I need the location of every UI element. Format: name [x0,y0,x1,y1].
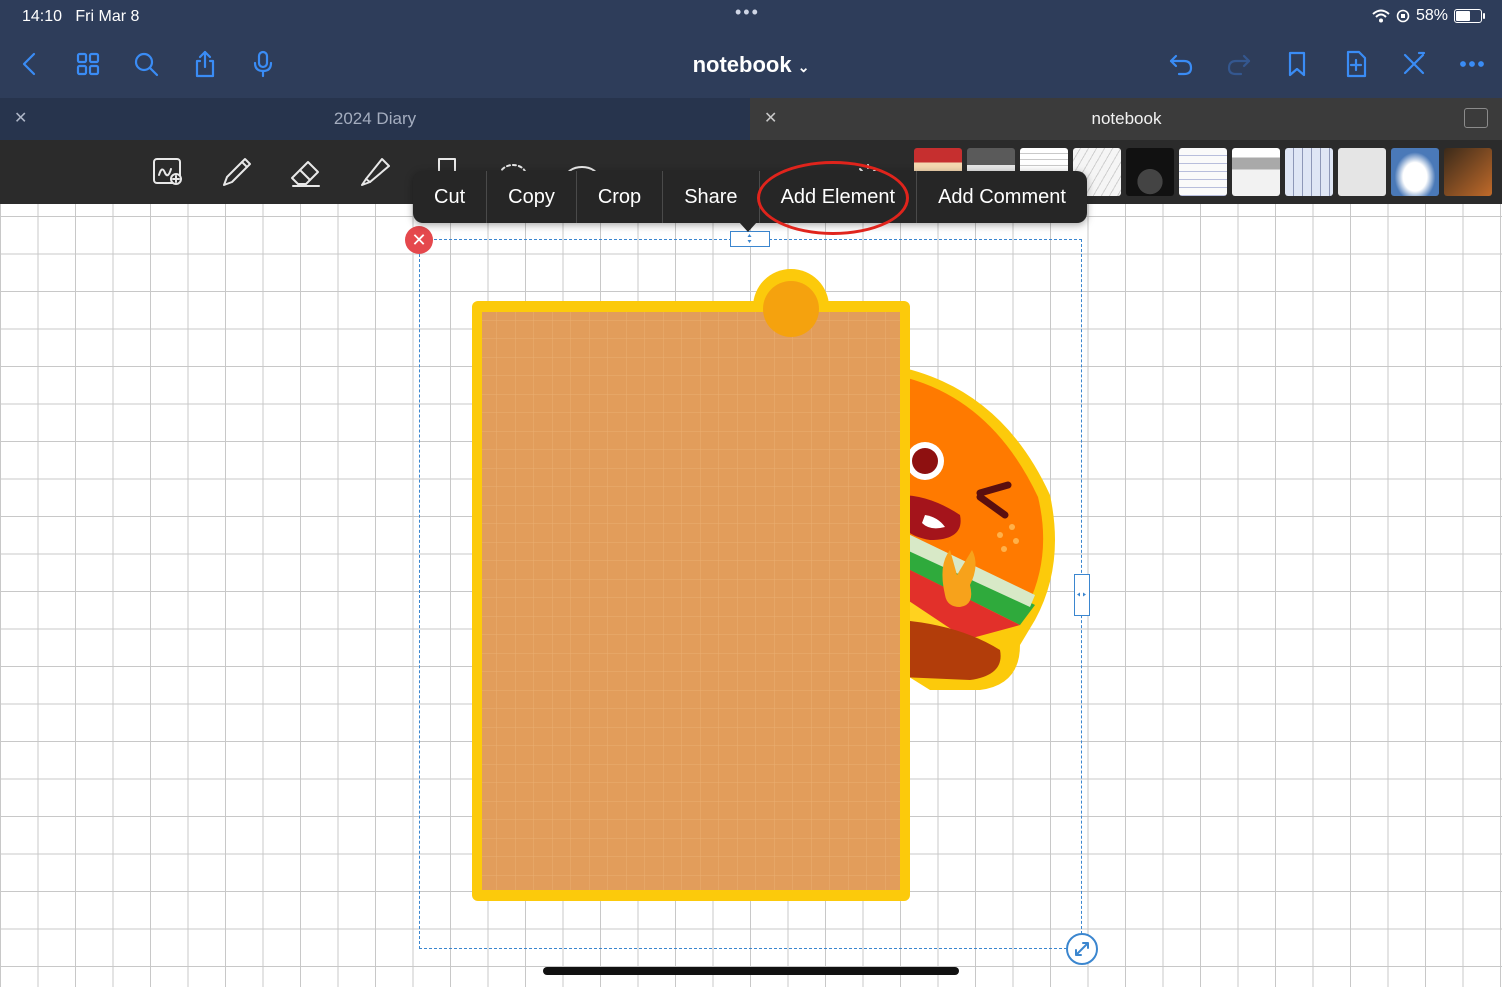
document-title[interactable]: notebook ⌄ [0,52,1502,78]
undo-icon[interactable] [1163,46,1199,82]
scale-resize-handle-icon[interactable] [1066,933,1098,965]
close-toolbar-icon[interactable] [1396,46,1432,82]
tab-label: notebook [1091,109,1162,128]
top-navigation-bar: 14:10 Fri Mar 8 ••• 58% notebook ⌄ [0,0,1502,98]
top-resize-handle[interactable] [730,231,770,247]
page-thumbnail[interactable] [1232,148,1280,196]
document-title-text: notebook [692,52,792,77]
page-thumbnail[interactable] [1444,148,1492,196]
highlighter-icon[interactable] [355,150,395,194]
page-thumbnail[interactable] [1338,148,1386,196]
menu-pointer [739,222,757,232]
menu-item-share[interactable]: Share [663,171,760,223]
more-icon[interactable] [1454,46,1490,82]
menu-item-crop[interactable]: Crop [577,171,664,223]
split-view-icon[interactable] [1464,108,1488,128]
orientation-lock-icon [1396,9,1410,23]
right-resize-handle[interactable] [1074,574,1090,616]
bookmark-icon[interactable] [1279,46,1315,82]
scan-icon[interactable] [148,150,188,194]
battery-percent: 58% [1415,7,1448,24]
delete-selection-icon[interactable]: ✕ [405,226,433,254]
tab-label: 2024 Diary [333,109,417,128]
battery-icon [1454,9,1485,23]
home-indicator[interactable] [543,967,959,975]
document-tabs: ✕ 2024 Diary ✕ notebook [0,98,1502,140]
page-thumbnail[interactable] [1126,148,1174,196]
status-date: Fri Mar 8 [75,8,140,25]
status-time-date: 14:10 Fri Mar 8 [22,8,139,26]
page-thumbnail[interactable] [1285,148,1333,196]
context-menu: Cut Copy Crop Share Add Element Add Comm… [413,171,1087,223]
multitasking-dots[interactable]: ••• [735,2,760,23]
add-page-icon[interactable] [1338,46,1374,82]
status-time: 14:10 [22,8,63,25]
tab-notebook[interactable]: ✕ notebook [751,98,1502,140]
redo-icon[interactable] [1221,46,1257,82]
tab-2024-diary[interactable]: ✕ 2024 Diary [0,98,750,140]
chevron-down-icon: ⌄ [797,59,810,75]
menu-item-add-comment[interactable]: Add Comment [917,171,1087,223]
menu-item-copy[interactable]: Copy [487,171,577,223]
menu-item-cut[interactable]: Cut [413,171,488,223]
pen-icon[interactable] [217,150,257,194]
highlight-annotation [757,161,909,235]
status-indicators: 58% [1372,7,1485,25]
wifi-icon [1372,9,1390,23]
selection-box[interactable] [419,239,1082,949]
page-thumbnail[interactable] [1391,148,1439,196]
page-thumbnail[interactable] [1179,148,1227,196]
eraser-icon[interactable] [286,150,326,194]
